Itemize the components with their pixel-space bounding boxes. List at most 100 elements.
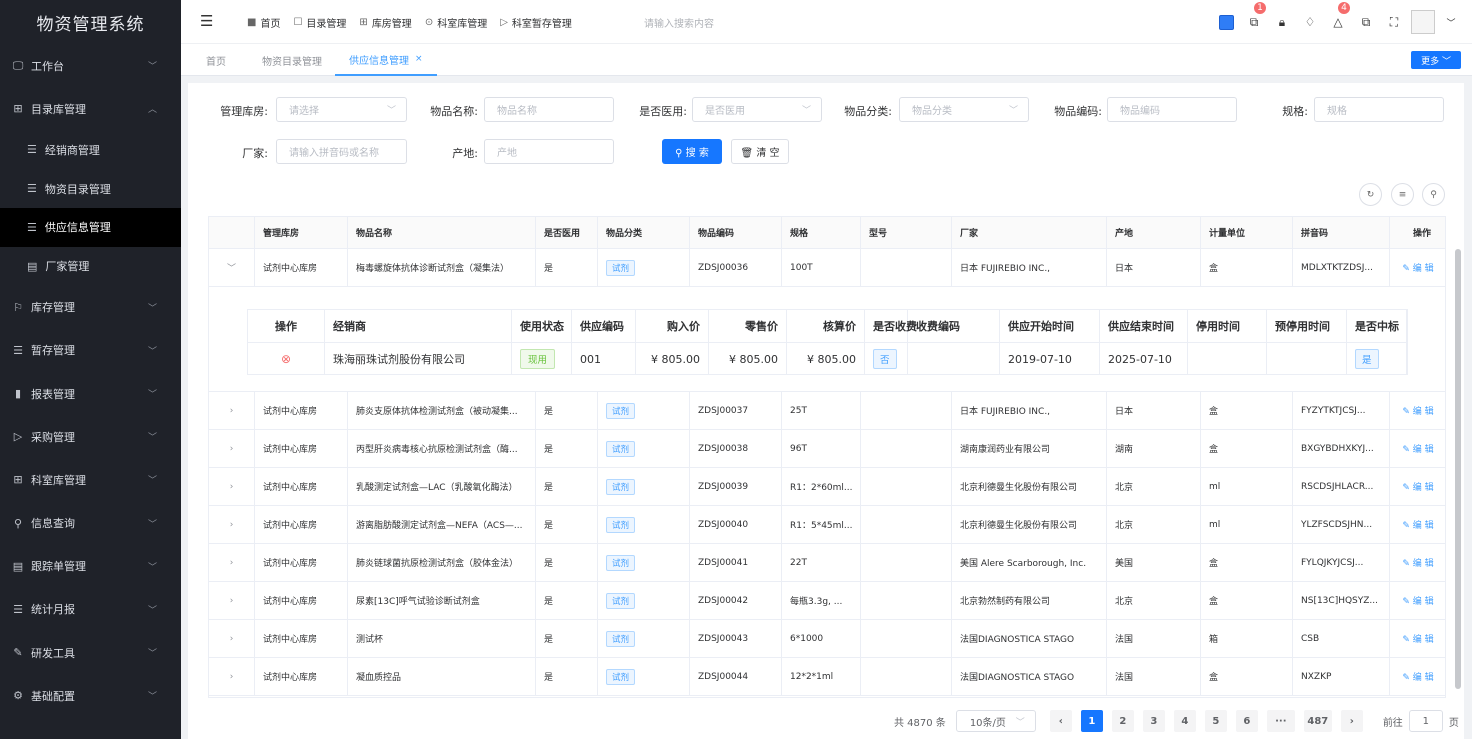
top-nav-item-4[interactable]: ▷ 科室暂存管理 xyxy=(500,15,572,30)
page-button[interactable]: 3 xyxy=(1142,710,1165,732)
page-button[interactable]: 5 xyxy=(1204,710,1227,732)
top-nav-item-2[interactable]: ⊞ 库房管理 xyxy=(359,15,411,30)
expand-icon[interactable]: › xyxy=(230,444,234,454)
goto-input[interactable]: 1 xyxy=(1408,710,1443,732)
remove-icon[interactable]: ⊗ xyxy=(281,352,291,366)
table-row[interactable]: › 试剂中心库房 乳酸测定试剂盒—LAC（乳酸氧化酶法） 是 试剂 ZDSJ00039 R1… xyxy=(209,468,1445,506)
table-row[interactable]: › 试剂中心库房 凝血质控品 是 试剂 ZDSJ00044 12*2*1ml 法国DIAGNO… xyxy=(209,658,1445,696)
sidebar-item-10[interactable]: ⊞ 科室库管理 ﹀ xyxy=(0,458,181,501)
sidebar-item-15[interactable]: ⚙ 基础配置 ﹀ xyxy=(0,674,181,717)
tab-material-catalog[interactable]: 物资目录管理 xyxy=(262,44,322,76)
table-row[interactable]: › 试剂中心库房 测试杯 是 试剂 ZDSJ00043 6*1000 法国DIAGNOSTIC… xyxy=(209,620,1445,658)
spec-input[interactable]: 规格 xyxy=(1314,97,1444,122)
sidebar-item-2[interactable]: ☰ 经销商管理 xyxy=(0,130,181,169)
expand-icon[interactable]: › xyxy=(230,406,234,416)
origin-input[interactable]: 产地 xyxy=(484,139,614,164)
table-row[interactable]: ﹀ 试剂中心库房 梅毒螺旋体抗体诊断试剂盒（凝集法） 是 试剂 ZDSJ00036 100T… xyxy=(209,249,1445,287)
item-name-input[interactable]: 物品名称 xyxy=(484,97,614,122)
edit-button[interactable]: ✎ 编 辑 xyxy=(1402,480,1433,493)
refresh-icon[interactable]: ↻ xyxy=(1359,183,1382,206)
sidebar-item-12[interactable]: ▤ 跟踪单管理 ﹀ xyxy=(0,545,181,588)
sidebar-item-7[interactable]: ☰ 暂存管理 ﹀ xyxy=(0,329,181,372)
more-button[interactable]: 更多 ﹀ xyxy=(1411,51,1461,69)
sidebar-item-11[interactable]: ⚲ 信息查询 ﹀ xyxy=(0,502,181,545)
sidebar-item-14[interactable]: ✎ 研发工具 ﹀ xyxy=(0,631,181,674)
top-search-input[interactable]: 请输入搜索内容 xyxy=(644,15,714,30)
hamburger-icon[interactable]: ☰ xyxy=(200,12,213,30)
next-page-button[interactable]: › xyxy=(1340,710,1363,732)
expand-icon[interactable]: › xyxy=(230,482,234,492)
medical-select[interactable]: 是否医用 ﹀ xyxy=(692,97,822,122)
expand-cell[interactable]: › xyxy=(209,506,255,543)
page-button[interactable]: 1 xyxy=(1080,710,1103,732)
top-nav-item-3[interactable]: ⊙ 科室库管理 xyxy=(425,15,487,30)
edit-button[interactable]: ✎ 编 辑 xyxy=(1402,404,1433,417)
expand-icon[interactable]: › xyxy=(230,596,234,606)
warehouse-select[interactable]: 请选择 ﹀ xyxy=(276,97,407,122)
expand-icon[interactable]: › xyxy=(230,634,234,644)
edit-button[interactable]: ✎ 编 辑 xyxy=(1402,670,1433,683)
edit-button[interactable]: ✎ 编 辑 xyxy=(1402,594,1433,607)
table-row[interactable]: › 试剂中心库房 丙型肝炎病毒核心抗原检测试剂盒（酶... 是 试剂 ZDSJ00038 9… xyxy=(209,430,1445,468)
edit-button[interactable]: ✎ 编 辑 xyxy=(1402,632,1433,645)
tab-home[interactable]: 首页 xyxy=(206,44,226,76)
expand-cell[interactable]: › xyxy=(209,544,255,581)
tab-supply-info[interactable]: 供应信息管理 × xyxy=(335,44,437,76)
expand-cell[interactable]: › xyxy=(209,620,255,657)
expand-icon[interactable]: › xyxy=(230,558,234,568)
table-row[interactable]: › 试剂中心库房 游离脂肪酸测定试剂盒—NEFA（ACS—... 是 试剂 ZDSJ000… xyxy=(209,506,1445,544)
columns-icon[interactable]: ≡ xyxy=(1391,183,1414,206)
expand-cell[interactable]: › xyxy=(209,658,255,695)
table-scrollbar[interactable] xyxy=(1455,249,1461,689)
edit-button[interactable]: ✎ 编 辑 xyxy=(1402,556,1433,569)
sidebar-item-6[interactable]: ⚐ 库存管理 ﹀ xyxy=(0,286,181,329)
code-input[interactable]: 物品编码 xyxy=(1107,97,1237,122)
chevron-down-icon[interactable]: ﹀ xyxy=(1440,11,1462,33)
expand-icon[interactable]: ﹀ xyxy=(227,261,236,274)
expand-icon[interactable]: › xyxy=(230,520,234,530)
table-row[interactable]: › 试剂中心库房 尿素[13C]呼气试验诊断试剂盒 是 试剂 ZDSJ00042 每瓶3.3… xyxy=(209,582,1445,620)
search-button[interactable]: ⚲ 搜 索 xyxy=(662,139,722,164)
sidebar-item-3[interactable]: ☰ 物资目录管理 xyxy=(0,169,181,208)
edit-button[interactable]: ✎ 编 辑 xyxy=(1402,261,1433,274)
page-size-select[interactable]: 10条/页 ﹀ xyxy=(955,710,1036,732)
sidebar-item-0[interactable]: 🖵 工作台 ﹀ xyxy=(0,44,181,87)
sidebar-item-1[interactable]: ⊞ 目录库管理 ︿ xyxy=(0,87,181,130)
page-button[interactable]: 4 xyxy=(1173,710,1196,732)
sidebar-item-13[interactable]: ☰ 统计月报 ﹀ xyxy=(0,588,181,631)
page-button[interactable]: 487 xyxy=(1303,710,1332,732)
edit-button[interactable]: ✎ 编 辑 xyxy=(1402,442,1433,455)
language-icon[interactable]: ⧉ xyxy=(1355,11,1377,33)
maker-input[interactable]: 请输入拼音码或名称 xyxy=(276,139,407,164)
bell-icon[interactable]: △ 4 xyxy=(1327,2,1350,33)
message-icon[interactable]: ⧉ 1 xyxy=(1243,2,1266,33)
search-toggle-icon[interactable]: ⚲ xyxy=(1422,183,1445,206)
theme-icon[interactable] xyxy=(1215,11,1237,33)
lock-icon[interactable]: 🔒︎ xyxy=(1271,11,1293,33)
prev-page-button[interactable]: ‹ xyxy=(1049,710,1072,732)
clear-button[interactable]: 🗑 清 空 xyxy=(731,139,789,164)
avatar[interactable] xyxy=(1411,10,1435,34)
page-button[interactable]: 6 xyxy=(1235,710,1258,732)
fullscreen-icon[interactable]: ⛶ xyxy=(1383,11,1405,33)
expand-cell[interactable]: ﹀ xyxy=(209,249,255,286)
table-row[interactable]: › 试剂中心库房 肺炎支原体抗体检测试剂盒（被动凝集... 是 试剂 ZDSJ00037 2… xyxy=(209,392,1445,430)
sidebar-item-8[interactable]: ▮ 报表管理 ﹀ xyxy=(0,372,181,415)
sidebar-item-5[interactable]: ▤ 厂家管理 xyxy=(0,247,181,286)
sidebar-item-4[interactable]: ☰ 供应信息管理 xyxy=(0,207,181,247)
expand-cell[interactable]: › xyxy=(209,468,255,505)
page-button[interactable]: 2 xyxy=(1111,710,1134,732)
expand-cell[interactable]: › xyxy=(209,582,255,619)
category-select[interactable]: 物品分类 ﹀ xyxy=(899,97,1029,122)
expand-cell[interactable]: › xyxy=(209,430,255,467)
tab-close-icon[interactable]: × xyxy=(415,54,423,64)
sidebar-item-9[interactable]: ▷ 采购管理 ﹀ xyxy=(0,415,181,458)
top-nav-item-0[interactable]: ■ 首页 xyxy=(247,15,280,30)
edit-button[interactable]: ✎ 编 辑 xyxy=(1402,518,1433,531)
expand-cell[interactable]: › xyxy=(209,392,255,429)
top-nav-item-1[interactable]: ☐ 目录管理 xyxy=(293,15,346,30)
page-button[interactable]: ··· xyxy=(1266,710,1295,732)
table-row[interactable]: › 试剂中心库房 肺炎链球菌抗原检测试剂盒（胶体金法） 是 试剂 ZDSJ00041 22T… xyxy=(209,544,1445,582)
shirt-icon[interactable]: ♢ xyxy=(1299,11,1321,33)
expand-icon[interactable]: › xyxy=(230,672,234,682)
